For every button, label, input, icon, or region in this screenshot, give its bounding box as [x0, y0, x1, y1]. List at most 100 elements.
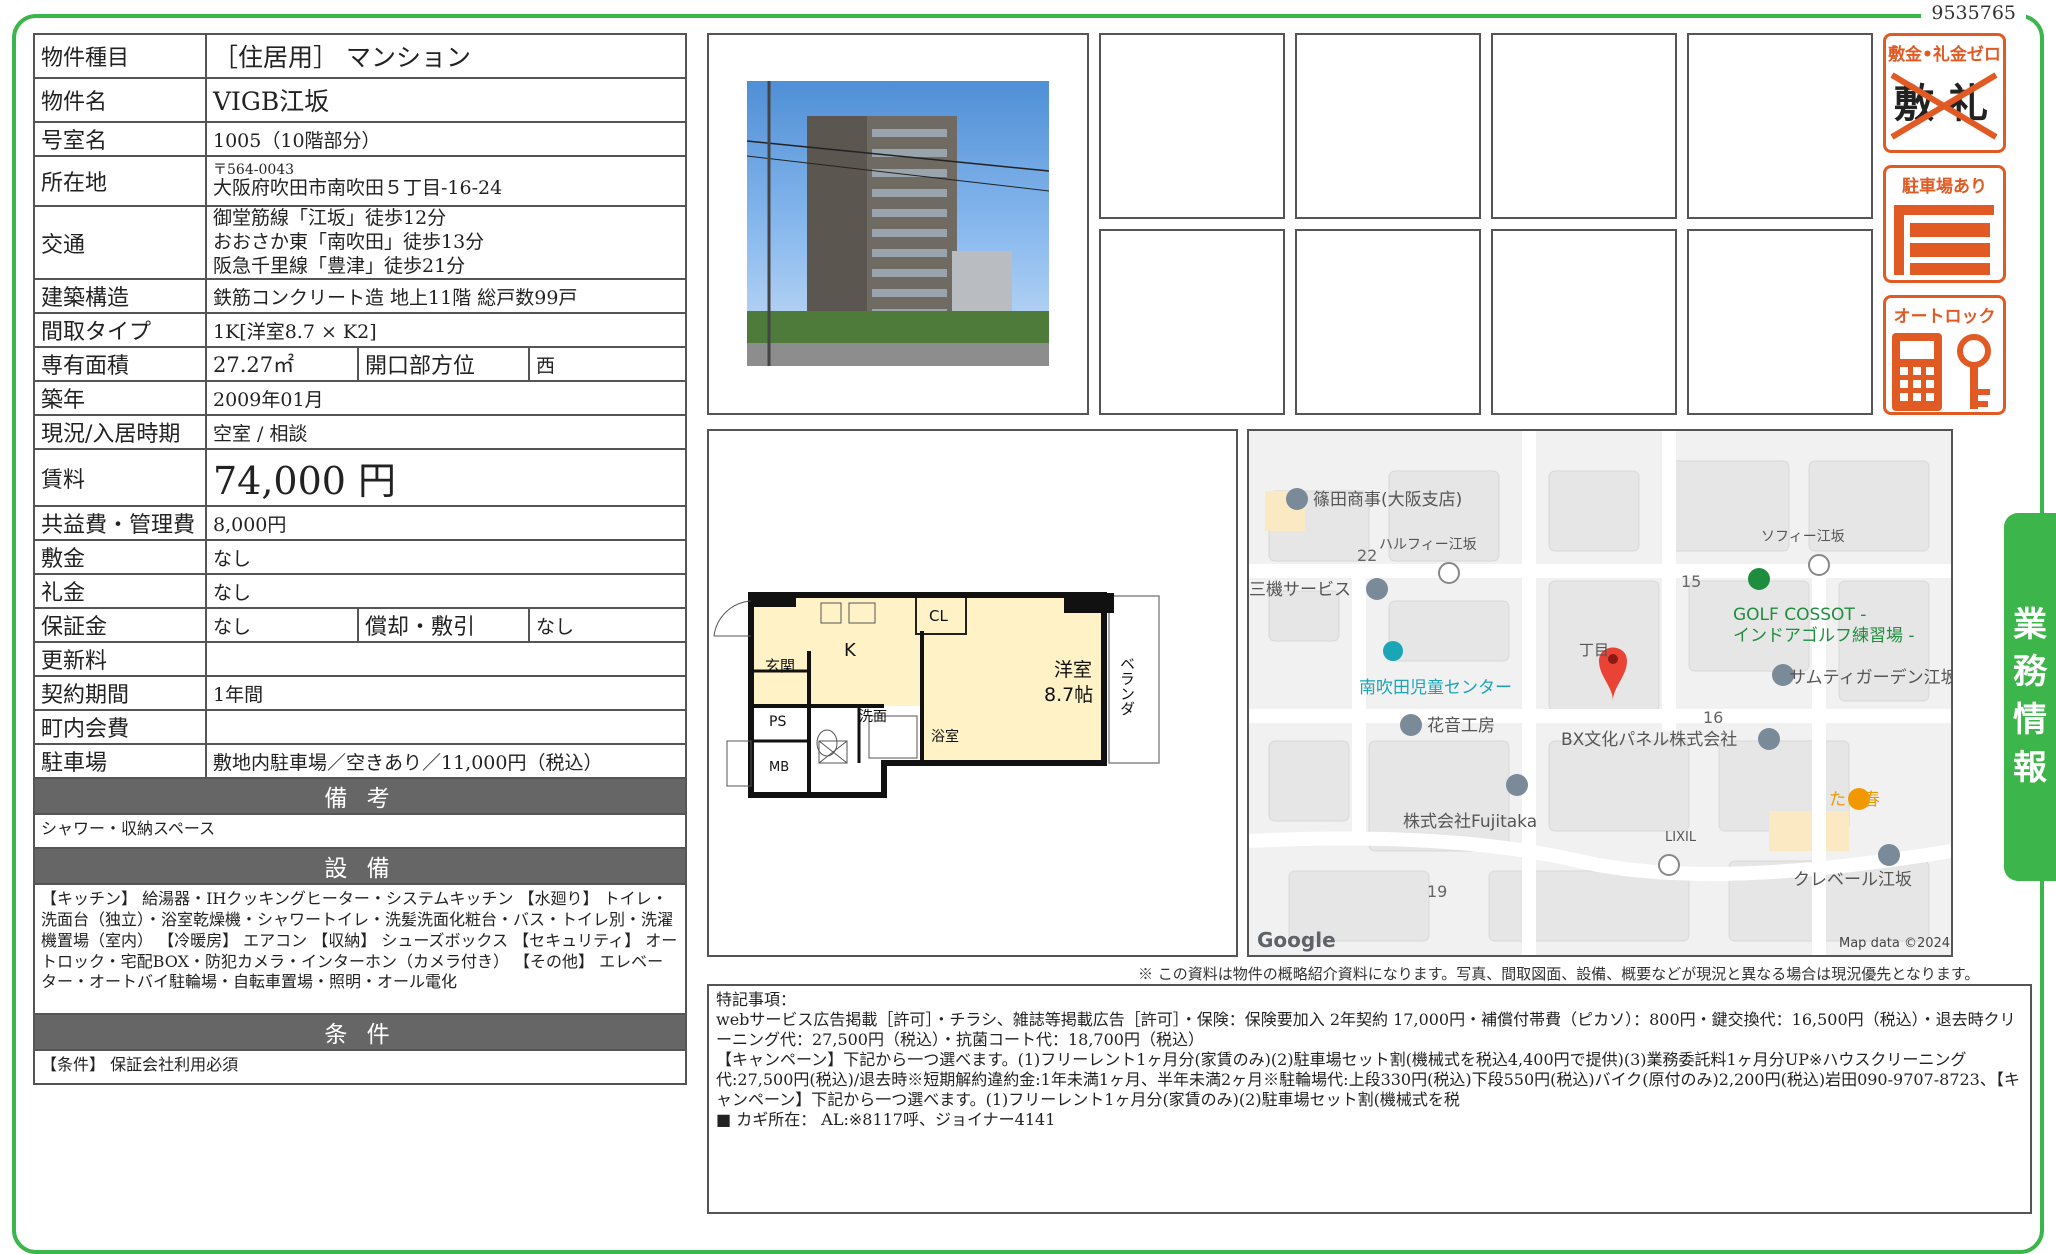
layout-type: 1K[洋室8.7 × K2]: [204, 312, 688, 349]
label: 駐車場: [33, 743, 207, 780]
business-info-tab[interactable]: 業 務 情 報: [2004, 513, 2056, 881]
label: 物件名: [33, 77, 207, 123]
equipment-header: 設 備: [32, 847, 688, 886]
map-place-label: クレベール江坂: [1793, 870, 1912, 890]
label: 保証金: [33, 607, 207, 644]
label: 建築構造: [33, 278, 207, 315]
photo-slot: [1099, 229, 1285, 415]
row-parking: 駐車場 敷地内駐車場／空きあり／11,000円（税込）: [33, 743, 688, 780]
orientation: 西: [527, 346, 688, 383]
label: 交通: [33, 204, 207, 281]
row-deposit: 敷金 なし: [33, 539, 688, 576]
floorplan-drawing: 玄関 K CL 洋室 8.7帖 ベランダ PS MB 洗面 浴室: [713, 592, 1160, 798]
side-tab-char: 報: [2013, 747, 2047, 788]
building-illustration: [747, 81, 1049, 366]
label: 所在地: [33, 155, 207, 207]
google-logo: Google: [1257, 928, 1336, 952]
photo-slot: [1491, 33, 1677, 219]
postal-code: 〒564-0043: [213, 161, 295, 178]
floorplan-label: 洗面: [859, 709, 887, 725]
floorplan-label: CL: [929, 607, 948, 625]
badge-title: 敷金•礼金ゼロ: [1888, 45, 2001, 65]
key-money: なし: [204, 573, 688, 610]
map-block-number: 16: [1703, 708, 1723, 727]
label: 物件種目: [33, 33, 207, 79]
label: 築年: [33, 380, 207, 417]
community-fee: [204, 709, 688, 746]
label: 号室名: [33, 121, 207, 157]
label: 専有面積: [33, 346, 207, 383]
map-drawing: 篠田商事(大阪支店) ハルフィー江坂 ソフィー江坂 三機サービス GOLF CO…: [1249, 431, 1951, 955]
badge-title: オートロック: [1893, 307, 1996, 327]
row-access: 交通 御堂筋線「江坂」徒歩12分 おおさか東「南吹田」徒歩13分 阪急千里線「豊…: [33, 204, 688, 281]
location-map[interactable]: 篠田商事(大阪支店) ハルフィー江坂 ソフィー江坂 三機サービス GOLF CO…: [1247, 429, 1953, 957]
structure: 鉄筋コンクリート造 地上11階 総戸数99戸: [204, 278, 688, 315]
deposit: なし: [204, 539, 688, 576]
property-name: VIGB江坂: [204, 77, 688, 123]
label: 共益費・管理費: [33, 505, 207, 542]
badge-autolock: オートロック: [1883, 295, 2006, 415]
map-place-label: サムティガーデン江坂I: [1789, 667, 1951, 688]
row-renewal: 更新料: [33, 641, 688, 678]
amortization: なし: [527, 607, 688, 644]
room-number: 1005（10階部分）: [204, 121, 688, 157]
badge-parking: 駐車場あり: [1883, 165, 2006, 283]
floorplan-label: PS: [769, 714, 786, 730]
row-community: 町内会費: [33, 709, 688, 746]
photo-slot: [1687, 33, 1873, 219]
map-place-label: 南吹田児童センター: [1359, 678, 1512, 698]
row-layout: 間取タイプ 1K[洋室8.7 × K2]: [33, 312, 688, 349]
row-built: 築年 2009年01月: [33, 380, 688, 417]
photo-slot: [1295, 229, 1481, 415]
photo-slot: [1295, 33, 1481, 219]
map-place-label: たこ春: [1829, 790, 1880, 810]
remarks-text: シャワー・収納スペース: [32, 813, 688, 850]
conditions-header: 条 件: [32, 1013, 688, 1052]
label: 更新料: [33, 641, 207, 678]
vacancy-status: 空室 / 相談: [204, 414, 688, 451]
floorplan-label: MB: [769, 760, 789, 775]
floorplan-label: 洋室: [1054, 659, 1092, 681]
badge-zero-deposit: 敷金•礼金ゼロ 敷 礼: [1883, 33, 2006, 153]
label: 償却・敷引: [357, 607, 530, 644]
label: 現況/入居時期: [33, 414, 207, 451]
floorplan-label: ベランダ: [1118, 656, 1136, 716]
badge-title: 駐車場あり: [1902, 177, 1987, 197]
conditions-text: 【条件】 保証会社利用必須: [32, 1049, 688, 1086]
disclaimer-text: ※ この資料は物件の概略紹介資料になります。写真、間取図面、設備、概要などが現況…: [1138, 965, 1980, 983]
floorplan-frame: 玄関 K CL 洋室 8.7帖 ベランダ PS MB 洗面 浴室: [707, 429, 1238, 957]
row-room: 号室名 1005（10階部分）: [33, 121, 688, 157]
label: 礼金: [33, 573, 207, 610]
management-fee: 8,000円: [204, 505, 688, 542]
map-place-label: 株式会社Fujitaka: [1403, 812, 1537, 832]
map-attribution: Map data ©2024: [1839, 936, 1950, 951]
contract-period: 1年間: [204, 675, 688, 712]
floorplan-label: K: [844, 640, 857, 661]
map-place-label: 三機サービス: [1249, 580, 1351, 600]
label: 契約期間: [33, 675, 207, 712]
side-tab-char: 業: [2013, 604, 2047, 645]
label: 間取タイプ: [33, 312, 207, 349]
access-line: 御堂筋線「江坂」徒歩12分: [213, 207, 447, 229]
document-id: 9535765: [1921, 2, 2026, 24]
no-deposit-icon: 敷 礼: [1890, 72, 1998, 140]
property-details-table: 物件種目 ［住居用］ マンション 物件名 VIGB江坂 号室名 1005（10階部分）…: [32, 33, 688, 1086]
map-place-label: LIXIL: [1665, 830, 1697, 845]
autolock-icon: [1892, 333, 1991, 411]
floorplan-label: 玄関: [765, 657, 795, 675]
map-place-label: 篠田商事(大阪支店): [1313, 490, 1462, 510]
map-place-label: ハルフィー江坂: [1379, 537, 1477, 553]
map-place-label: 花音工房: [1427, 716, 1495, 736]
row-mgmt: 共益費・管理費 8,000円: [33, 505, 688, 542]
label: 開口部方位: [357, 346, 530, 383]
label: 町内会費: [33, 709, 207, 746]
label: 賃料: [33, 448, 207, 508]
map-place-label: BX文化パネル株式会社: [1561, 730, 1737, 750]
parking-icon: [1894, 205, 1994, 275]
special-notes: 特記事項： webサービス広告掲載［許可］・チラシ、雑誌等掲載広告［許可］・保険…: [707, 984, 2032, 1214]
map-block-number: 22: [1357, 546, 1377, 565]
floor-area: 27.27㎡: [205, 346, 359, 383]
photo-slot: [1099, 33, 1285, 219]
row-area: 専有面積 27.27㎡ 開口部方位西: [33, 346, 688, 383]
row-keymoney: 礼金 なし: [33, 573, 688, 610]
